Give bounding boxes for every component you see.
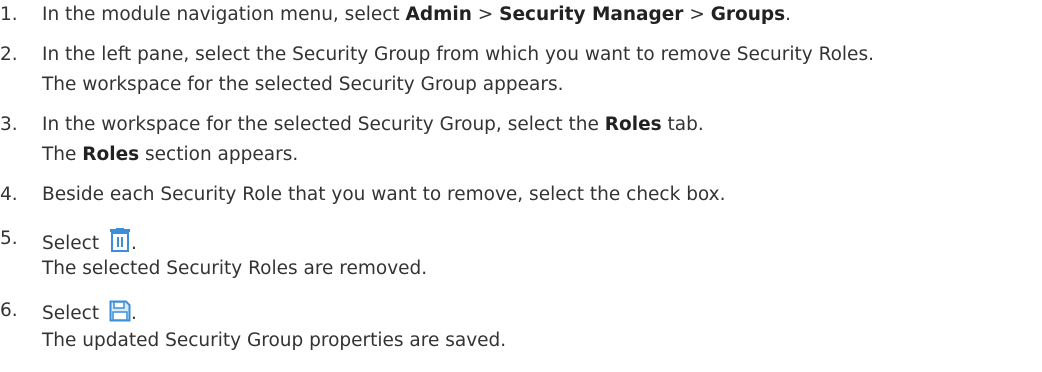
step-number: 5. [0, 228, 18, 249]
step-text: Select . [42, 228, 137, 257]
trash-icon [109, 228, 131, 257]
step-text: In the module navigation menu, select Ad… [42, 4, 792, 25]
step-text: Select . [42, 300, 137, 327]
step-number: 6. [0, 300, 18, 321]
step-number: 1. [0, 4, 18, 25]
procedure-steps: 1. In the module navigation menu, select… [0, 0, 1042, 372]
step-number: 4. [0, 184, 18, 205]
menu-groups: Groups [710, 4, 786, 25]
step-text: In the left pane, select the Security Gr… [42, 44, 874, 65]
menu-security-manager: Security Manager [499, 4, 684, 25]
step-number: 3. [0, 114, 18, 135]
step-number: 2. [0, 44, 18, 65]
step-text: In the workspace for the selected Securi… [42, 114, 704, 135]
step-result: The workspace for the selected Security … [42, 74, 564, 95]
step-result: The Roles section appears. [42, 144, 299, 165]
menu-admin: Admin [405, 4, 472, 25]
roles-section-label: Roles [82, 144, 140, 165]
step-result: The updated Security Group properties ar… [42, 330, 507, 351]
step-result: The selected Security Roles are removed. [42, 258, 428, 279]
save-icon [109, 300, 131, 327]
roles-tab-label: Roles [604, 114, 662, 135]
step-text: Beside each Security Role that you want … [42, 184, 726, 205]
